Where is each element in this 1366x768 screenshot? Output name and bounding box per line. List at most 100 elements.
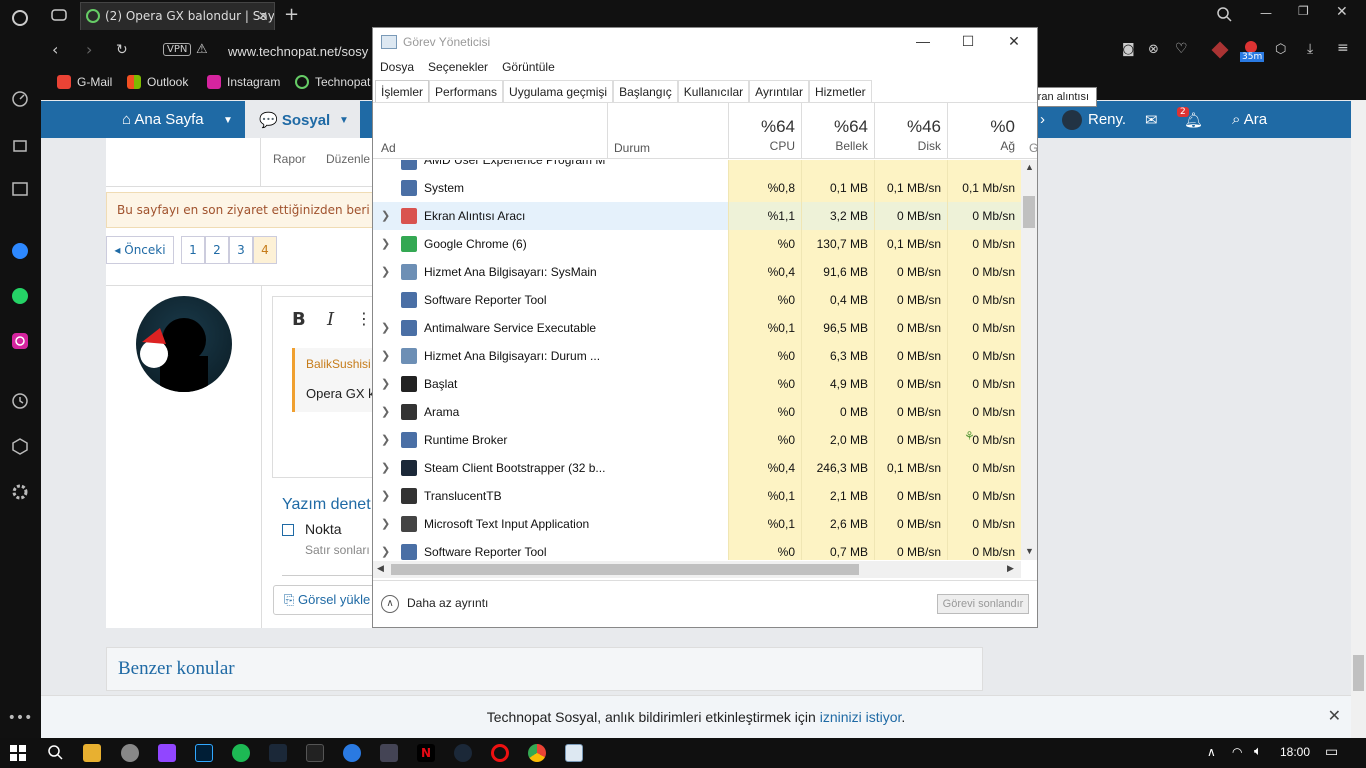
nav-sosyal-dropdown-icon[interactable]: ▼: [339, 115, 349, 126]
bookmark-instagram[interactable]: Instagram: [207, 75, 280, 89]
whatsapp-icon[interactable]: [10, 286, 30, 306]
back-icon[interactable]: ‹: [52, 40, 58, 59]
scroll-up-icon[interactable]: ▲: [1025, 162, 1034, 172]
forward-icon[interactable]: ›: [86, 40, 92, 59]
close-window-icon[interactable]: ✕: [1336, 4, 1348, 20]
table-row[interactable]: AMD User Experience Program M: [373, 160, 1021, 174]
taskmgr-taskbar-icon[interactable]: [565, 744, 583, 762]
taskbar-search-icon[interactable]: [47, 744, 63, 760]
table-row[interactable]: ❯ Ekran Alıntısı Aracı %1,1 3,2 MB 0 MB/sn 0 …: [373, 202, 1021, 230]
vpn-badge[interactable]: VPN: [163, 43, 192, 56]
camera-icon[interactable]: ◙: [1122, 42, 1135, 57]
photoshop-icon[interactable]: [195, 744, 213, 762]
page-3[interactable]: 3: [229, 236, 253, 264]
clock[interactable]: 18:00: [1280, 745, 1310, 759]
bookmark-outlook[interactable]: Outlook: [127, 75, 188, 89]
end-task-button[interactable]: Görevi sonlandır: [937, 594, 1029, 614]
table-row[interactable]: ❯ Google Chrome (6) %0 130,7 MB 0,1 MB/sn 0 M…: [373, 230, 1021, 258]
scroll-down-icon[interactable]: ▼: [1025, 546, 1034, 556]
tab-performans[interactable]: Performans: [429, 80, 504, 102]
expand-chevron-icon[interactable]: ❯: [381, 321, 390, 334]
tab-search-icon[interactable]: [1216, 6, 1232, 22]
tab-uygulama-gecmisi[interactable]: Uygulama geçmişi: [503, 80, 614, 102]
col-ag[interactable]: %0 Ağ: [947, 103, 1021, 159]
menu-goruntule[interactable]: Görüntüle: [502, 60, 555, 74]
table-row[interactable]: ❯ Başlat %0 4,9 MB 0 MB/sn 0 Mb/sn: [373, 370, 1021, 398]
app-icon[interactable]: [121, 744, 139, 762]
edit-link[interactable]: Düzenle: [326, 152, 370, 166]
prev-page-button[interactable]: ◂ Önceki: [106, 236, 174, 264]
nokta-checkbox[interactable]: [282, 524, 294, 536]
expand-chevron-icon[interactable]: ❯: [381, 433, 390, 446]
tm-vscroll-thumb[interactable]: [1023, 196, 1035, 228]
tm-minimize-icon[interactable]: —: [913, 32, 933, 52]
bookmark-gmail[interactable]: G-Mail: [57, 75, 112, 89]
page-4[interactable]: 4: [253, 236, 277, 264]
gx-corner-icon[interactable]: [10, 134, 30, 154]
twitch-taskbar-icon[interactable]: [158, 744, 176, 762]
expand-chevron-icon[interactable]: ❯: [381, 265, 390, 278]
nav-sosyal[interactable]: 💬 Sosyal: [259, 111, 330, 129]
tab-islemler[interactable]: İşlemler: [375, 80, 430, 102]
tm-titlebar[interactable]: Görev Yöneticisi — ☐ ✕: [373, 28, 1037, 58]
netflix-icon[interactable]: N: [417, 744, 435, 762]
download-icon[interactable]: ⤓: [1307, 41, 1313, 57]
steam-taskbar-icon[interactable]: [269, 744, 287, 762]
file-explorer-icon[interactable]: [83, 744, 101, 762]
mail-icon[interactable]: ✉: [1145, 111, 1158, 129]
warning-icon[interactable]: ⚠: [196, 42, 208, 57]
heart-icon[interactable]: ♡: [1175, 41, 1188, 57]
history-icon[interactable]: [10, 391, 30, 411]
epic-games-icon[interactable]: [306, 744, 324, 762]
tab-ayrintilar[interactable]: Ayrıntılar: [749, 80, 809, 102]
report-link[interactable]: Rapor: [273, 152, 306, 166]
scroll-right-icon[interactable]: ▶: [1007, 563, 1014, 574]
table-row[interactable]: ❯ Software Reporter Tool %0 0,7 MB 0 MB/sn 0 …: [373, 538, 1021, 560]
chrome-taskbar-icon[interactable]: [528, 744, 546, 762]
page-2[interactable]: 2: [205, 236, 229, 264]
browser-tab[interactable]: (2) Opera GX balondur | Say ✕: [80, 2, 275, 30]
url-field[interactable]: www.technopat.net/sosy: [228, 44, 368, 59]
table-row[interactable]: ❯ Arama %0 0 MB 0 MB/sn 0 Mb/sn: [373, 398, 1021, 426]
table-row[interactable]: ❯ Antimalware Service Executable %0,1 96,5 …: [373, 314, 1021, 342]
expand-chevron-icon[interactable]: ❯: [381, 377, 390, 390]
tm-maximize-icon[interactable]: ☐: [958, 32, 978, 52]
page-scrollbar[interactable]: [1351, 100, 1366, 738]
more-dots-icon[interactable]: •••: [8, 708, 33, 728]
table-row[interactable]: ❯ Runtime Broker %0 2,0 MB 0 MB/sn 0 Mb/sn: [373, 426, 1021, 454]
messenger-icon[interactable]: [10, 241, 30, 261]
tm-hscroll-thumb[interactable]: [391, 564, 859, 575]
expand-chevron-icon[interactable]: ❯: [381, 237, 390, 250]
wifi-icon[interactable]: ◠: [1232, 745, 1242, 759]
menu-secenekler[interactable]: Seçenekler: [428, 60, 488, 74]
nav-home-dropdown-icon[interactable]: ▼: [223, 115, 233, 126]
expand-chevron-icon[interactable]: ❯: [381, 545, 390, 558]
upload-image-button[interactable]: ⎘ Görsel yükle: [273, 585, 378, 615]
expand-chevron-icon[interactable]: ❯: [381, 209, 390, 222]
new-tab-icon[interactable]: +: [284, 4, 299, 25]
table-row[interactable]: ❯ Hizmet Ana Bilgisayarı: SysMain %0,4 91,6…: [373, 258, 1021, 286]
adblock-icon[interactable]: ⊗: [1148, 42, 1159, 57]
minimize-icon[interactable]: —: [1260, 6, 1272, 20]
col-durum[interactable]: Durum: [614, 141, 650, 155]
nav-search[interactable]: ⌕ Ara: [1232, 111, 1267, 128]
poster-avatar[interactable]: [136, 296, 232, 392]
col-cpu[interactable]: %64 CPU: [728, 103, 801, 159]
tm-close-icon[interactable]: ✕: [1004, 32, 1024, 52]
tm-vertical-scrollbar[interactable]: ▲ ▼: [1021, 160, 1037, 560]
spotify-icon[interactable]: [232, 744, 250, 762]
extensions-icon[interactable]: [10, 436, 30, 456]
twitch-icon[interactable]: [10, 180, 30, 200]
page-1[interactable]: 1: [181, 236, 205, 264]
nav-home[interactable]: ⌂ Ana Sayfa: [122, 111, 204, 128]
steam-icon[interactable]: [454, 744, 472, 762]
tm-horizontal-scrollbar[interactable]: ◀ ▶: [373, 561, 1021, 578]
app-blue-icon[interactable]: [343, 744, 361, 762]
table-row[interactable]: ❯ Microsoft Text Input Application %0,1 2,6…: [373, 510, 1021, 538]
menu-icon[interactable]: ≡: [1337, 40, 1349, 56]
more-format-icon[interactable]: ⋮: [356, 309, 372, 328]
expand-chevron-icon[interactable]: ❯: [381, 517, 390, 530]
col-ad[interactable]: Ad: [381, 141, 396, 155]
close-bar-icon[interactable]: ✕: [1328, 696, 1341, 738]
tab-kullanicilar[interactable]: Kullanıcılar: [677, 80, 750, 102]
